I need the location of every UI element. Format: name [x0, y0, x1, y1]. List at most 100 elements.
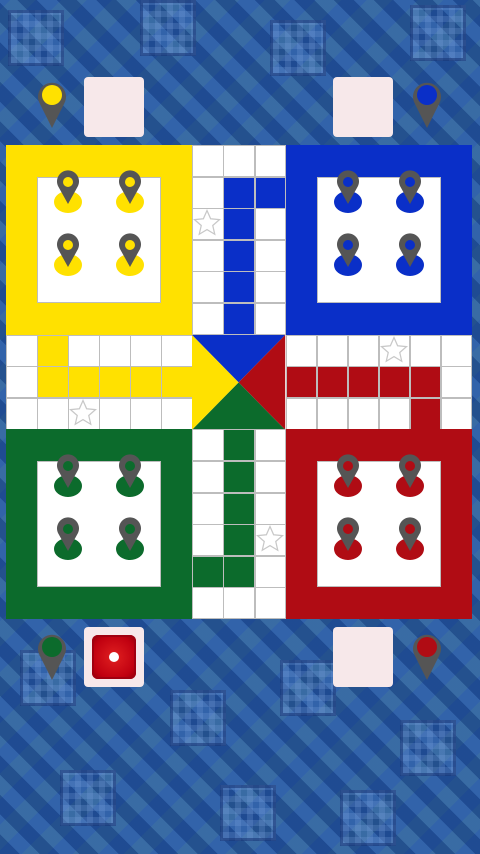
blue-home-lane-cell	[223, 239, 256, 272]
track-cell	[440, 366, 473, 399]
track-cell	[161, 397, 193, 430]
blue-token[interactable]	[333, 170, 363, 214]
yellow-token[interactable]	[115, 170, 145, 214]
red-token[interactable]	[333, 517, 363, 561]
track-cell	[192, 145, 224, 178]
track-cell	[192, 524, 224, 557]
track-cell	[6, 366, 38, 399]
star-outline-icon	[193, 209, 222, 236]
blue-home-lane-cell	[223, 303, 256, 336]
track-cell	[223, 145, 256, 178]
yellow-token[interactable]	[53, 233, 83, 277]
green-dice-slot[interactable]	[84, 627, 144, 687]
green-player-pin-icon	[38, 634, 66, 680]
green-home-lane-cell	[223, 555, 256, 588]
red-start-cell	[409, 397, 442, 430]
track-cell	[68, 334, 100, 367]
bg-tile	[60, 770, 116, 826]
green-start-cell	[192, 555, 224, 588]
red-dice-slot[interactable]	[333, 627, 393, 687]
track-cell	[192, 303, 224, 336]
yellow-player-pin-icon	[38, 82, 66, 128]
green-token[interactable]	[115, 517, 145, 561]
blue-home-lane-cell	[223, 208, 256, 241]
blue-dice-slot[interactable]	[333, 77, 393, 137]
bg-tile	[400, 720, 456, 776]
track-cell	[347, 334, 380, 367]
track-cell	[440, 334, 473, 367]
track-cell	[99, 397, 131, 430]
track-cell	[409, 334, 442, 367]
track-cell	[99, 334, 131, 367]
track-cell	[254, 492, 287, 525]
ludo-board	[6, 145, 473, 620]
dice[interactable]	[92, 635, 136, 679]
green-token[interactable]	[53, 517, 83, 561]
track-cell	[254, 587, 287, 620]
track-cell	[378, 397, 411, 430]
red-home-lane-cell	[347, 366, 380, 399]
track-cell	[130, 334, 162, 367]
red-player-pin-icon	[413, 634, 441, 680]
track-cell	[254, 208, 287, 241]
blue-start-cell	[254, 176, 287, 209]
track-cell	[285, 334, 318, 367]
red-home-lane-cell	[409, 366, 442, 399]
red-token[interactable]	[395, 517, 425, 561]
green-home-lane-cell	[223, 492, 256, 525]
blue-token[interactable]	[333, 233, 363, 277]
track-cell	[254, 271, 287, 304]
yellow-dice-slot[interactable]	[84, 77, 144, 137]
track-cell	[316, 334, 349, 367]
track-cell	[440, 397, 473, 430]
bg-tile	[270, 20, 326, 76]
track-cell	[347, 397, 380, 430]
red-home-lane-cell	[316, 366, 349, 399]
red-token[interactable]	[395, 454, 425, 498]
green-home	[6, 429, 193, 619]
track-cell	[192, 492, 224, 525]
red-home-lane-cell	[285, 366, 318, 399]
track-cell	[254, 303, 287, 336]
track-cell	[223, 587, 256, 620]
red-home	[285, 429, 472, 619]
green-token[interactable]	[53, 454, 83, 498]
blue-home-lane-cell	[223, 176, 256, 209]
track-cell	[192, 271, 224, 304]
blue-token[interactable]	[395, 233, 425, 277]
blue-player-pin-icon	[413, 82, 441, 128]
star-outline-icon	[255, 525, 284, 552]
star-outline-icon	[69, 398, 98, 426]
track-cell	[192, 587, 224, 620]
yellow-home-lane-cell	[130, 366, 162, 399]
red-home-lane-cell	[378, 366, 411, 399]
track-cell	[285, 397, 318, 430]
yellow-token[interactable]	[53, 170, 83, 214]
red-token[interactable]	[333, 454, 363, 498]
bg-tile	[340, 790, 396, 846]
green-token[interactable]	[115, 454, 145, 498]
bg-tile	[280, 660, 336, 716]
blue-token[interactable]	[395, 170, 425, 214]
track-cell	[37, 397, 69, 430]
track-cell	[254, 239, 287, 272]
green-home-lane-cell	[223, 524, 256, 557]
bg-tile	[170, 690, 226, 746]
track-cell	[254, 555, 287, 588]
blue-home-lane-cell	[223, 271, 256, 304]
yellow-token[interactable]	[115, 233, 145, 277]
yellow-start-cell	[37, 334, 69, 367]
track-cell	[254, 145, 287, 178]
green-home-lane-cell	[223, 461, 256, 494]
yellow-home-lane-cell	[37, 366, 69, 399]
track-cell	[192, 429, 224, 462]
yellow-home-lane-cell	[99, 366, 131, 399]
star-outline-icon	[379, 335, 408, 363]
center-home-triangles	[192, 334, 286, 430]
yellow-home	[6, 145, 193, 335]
track-cell	[130, 397, 162, 430]
track-cell	[6, 397, 38, 430]
track-cell	[161, 334, 193, 367]
track-cell	[254, 429, 287, 462]
yellow-home-lane-cell	[161, 366, 193, 399]
